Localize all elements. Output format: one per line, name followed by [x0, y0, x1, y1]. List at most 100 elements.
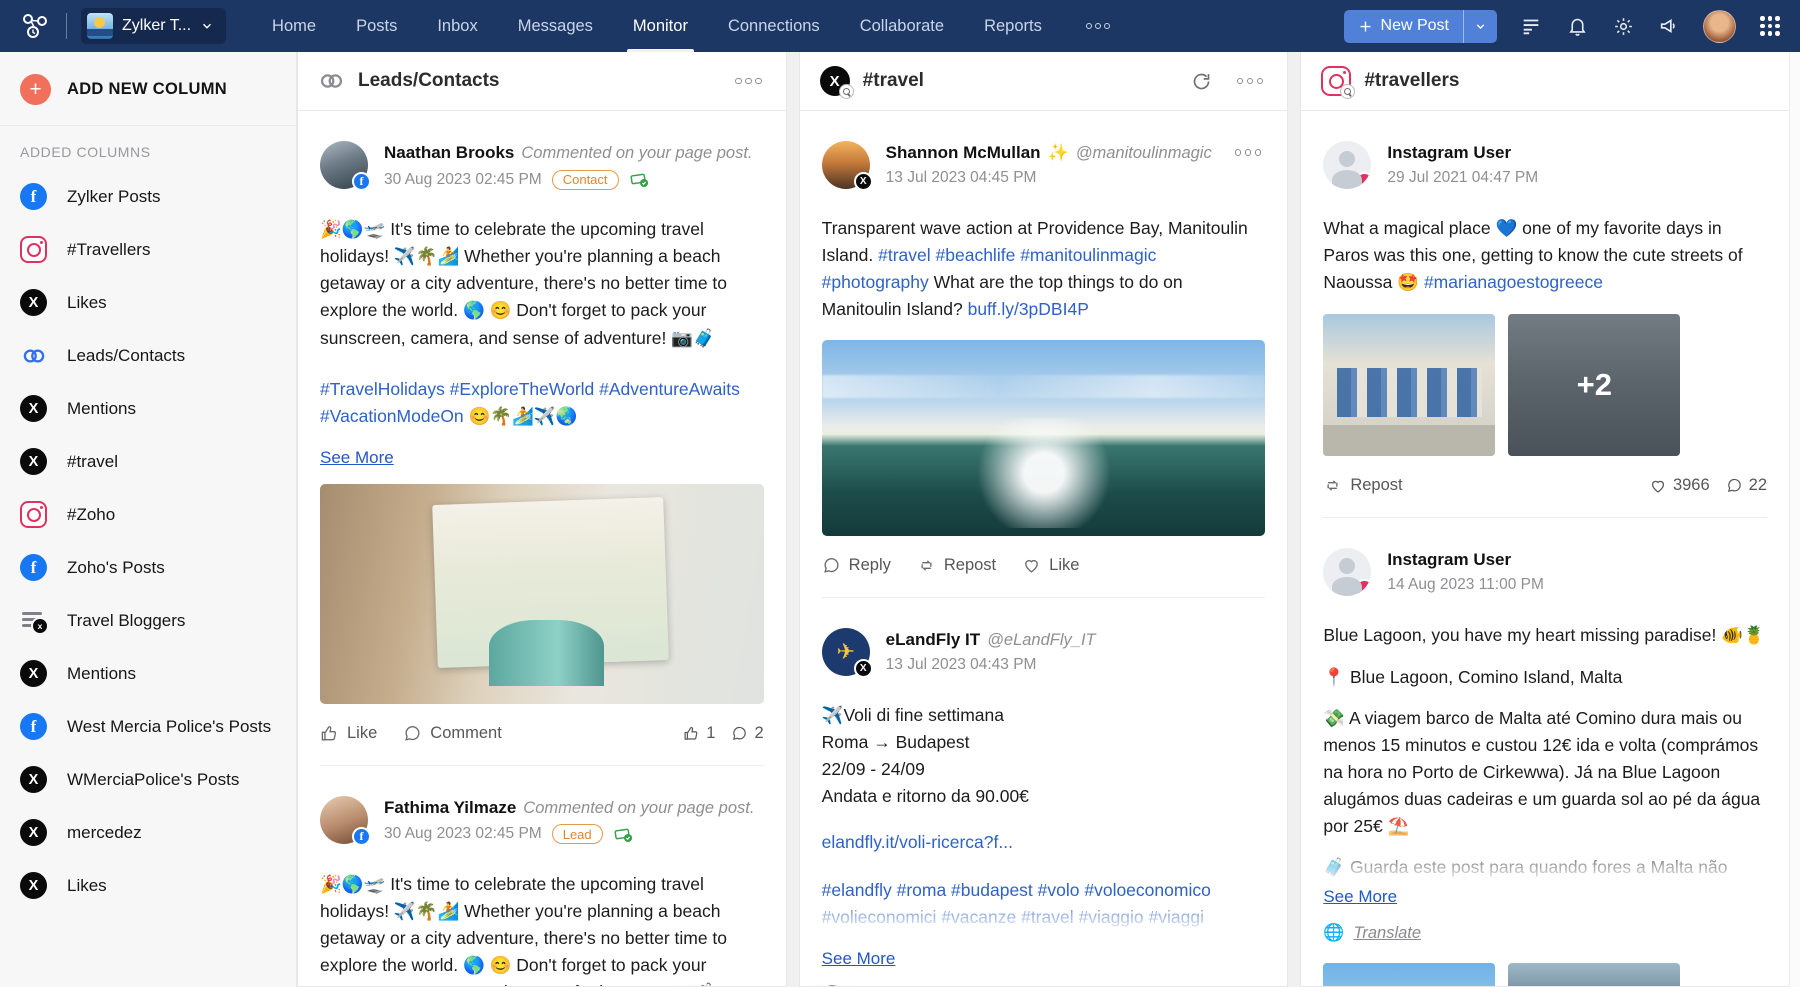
post-hashtags[interactable]: #elandfly #roma #budapest #volo #voloeco…	[822, 877, 1266, 931]
new-post-dropdown[interactable]	[1463, 10, 1497, 43]
avatar[interactable]: f	[320, 796, 368, 844]
repost-button[interactable]: Repost	[917, 556, 996, 575]
add-new-column-button[interactable]: + ADD NEW COLUMN	[0, 52, 296, 125]
post-hashtags[interactable]: #TravelHolidays #ExploreTheWorld #Advent…	[320, 376, 764, 430]
sidebar-item-leads-contacts[interactable]: Leads/Contacts	[0, 329, 296, 382]
sidebar-item-mercedez[interactable]: X mercedez	[0, 806, 296, 859]
sidebar-item-travel-bloggers[interactable]: x Travel Bloggers	[0, 594, 296, 647]
post-image-beach[interactable]	[822, 340, 1266, 536]
feeds-icon[interactable]	[1519, 14, 1543, 38]
sidebar-item-likes-2[interactable]: X Likes	[0, 859, 296, 912]
translate-link[interactable]: Translate	[1354, 924, 1422, 943]
post-author[interactable]: Instagram User	[1387, 143, 1511, 163]
post-author[interactable]: eLandFly IT	[886, 630, 980, 650]
x-twitter-icon: X	[20, 395, 47, 422]
column-title: #travellers	[1364, 70, 1459, 92]
post-image-cliff[interactable]	[1508, 963, 1680, 986]
avatar[interactable]: X	[822, 141, 870, 189]
like-count[interactable]: 1	[683, 724, 715, 743]
new-post-split-button: New Post	[1344, 10, 1497, 43]
post-author[interactable]: Fathima Yilmaze	[384, 798, 516, 818]
sidebar-item-zoho[interactable]: #Zoho	[0, 488, 296, 541]
brand-name: Zylker T...	[122, 17, 191, 35]
post-author[interactable]: Shannon McMullan	[886, 143, 1041, 163]
post-author[interactable]: Instagram User	[1387, 550, 1511, 570]
column-title: #travel	[863, 70, 924, 92]
zoho-social-logo[interactable]	[18, 9, 52, 43]
instagram-icon	[20, 501, 47, 528]
post-image-map[interactable]	[320, 484, 764, 704]
post-image-naoussa[interactable]	[1323, 314, 1495, 456]
brand-selector[interactable]: Zylker T...	[81, 8, 226, 44]
column-menu-icon[interactable]	[1233, 74, 1268, 89]
search-icon	[839, 84, 854, 99]
see-more-link[interactable]: See More	[320, 448, 394, 468]
avatar[interactable]: ✈ X	[822, 628, 870, 676]
tab-collaborate[interactable]: Collaborate	[860, 0, 944, 52]
sidebar-item-zylker-posts[interactable]: f Zylker Posts	[0, 170, 296, 223]
post-instagram-user-2: Instagram User 14 Aug 2023 11:00 PM Blue…	[1323, 517, 1767, 986]
main-nav: Home Posts Inbox Messages Monitor Connec…	[272, 0, 1114, 52]
avatar[interactable]	[1323, 141, 1371, 189]
announcements-megaphone-icon[interactable]	[1657, 14, 1681, 38]
column-feed: Instagram User 29 Jul 2021 04:47 PM What…	[1301, 111, 1789, 986]
comment-button[interactable]: Comment	[403, 724, 502, 743]
like-button[interactable]: Like	[320, 724, 377, 743]
translate-globe-icon: 🌐	[1323, 923, 1344, 943]
like-count[interactable]: 3966	[1649, 476, 1710, 495]
sidebar-item-travel[interactable]: X #travel	[0, 435, 296, 488]
sidebar-item-west-mercia[interactable]: f West Mercia Police's Posts	[0, 700, 296, 753]
user-avatar[interactable]	[1703, 10, 1736, 43]
instagram-badge-icon	[1355, 172, 1371, 189]
nav-overflow-menu-icon[interactable]	[1082, 19, 1114, 33]
post-handle[interactable]: @eLandFly_IT	[987, 631, 1095, 650]
notifications-bell-icon[interactable]	[1565, 14, 1589, 38]
see-more-link[interactable]: See More	[1323, 887, 1397, 907]
sidebar-item-mentions[interactable]: X Mentions	[0, 382, 296, 435]
crm-status-badge[interactable]: Contact	[552, 170, 619, 190]
crm-lead-ticket-icon	[613, 824, 634, 845]
x-badge-icon: X	[854, 659, 873, 678]
like-button[interactable]: Like	[1022, 556, 1079, 575]
zoho-crm-icon	[20, 342, 47, 369]
tab-messages[interactable]: Messages	[518, 0, 593, 52]
sidebar-item-zohos-posts[interactable]: f Zoho's Posts	[0, 541, 296, 594]
sidebar-item-likes[interactable]: X Likes	[0, 276, 296, 329]
new-post-button[interactable]: New Post	[1344, 10, 1463, 43]
facebook-badge-icon: f	[352, 172, 371, 191]
sidebar-item-travellers[interactable]: #Travellers	[0, 223, 296, 276]
avatar[interactable]: f	[320, 141, 368, 189]
reply-button[interactable]: Reply	[822, 556, 891, 575]
post-author[interactable]: Naathan Brooks	[384, 143, 514, 163]
sidebar-item-wmerciapolice[interactable]: X WMerciaPolice's Posts	[0, 753, 296, 806]
see-more-link[interactable]: See More	[822, 949, 896, 969]
plus-icon	[1358, 19, 1373, 34]
tab-posts[interactable]: Posts	[356, 0, 397, 52]
brand-logo	[87, 13, 113, 39]
refresh-icon[interactable]	[1191, 70, 1213, 92]
repost-button[interactable]: Repost	[1323, 476, 1402, 495]
post-link[interactable]: elandfly.it/voli-ricerca?f...	[822, 832, 1266, 853]
tab-home[interactable]: Home	[272, 0, 316, 52]
crm-status-badge[interactable]: Lead	[552, 824, 603, 844]
facebook-badge-icon: f	[352, 827, 371, 846]
app-grid-icon[interactable]	[1758, 14, 1782, 38]
tab-reports[interactable]: Reports	[984, 0, 1042, 52]
column-menu-icon[interactable]	[731, 74, 766, 89]
x-badge-icon: X	[854, 172, 873, 191]
post-image-sky[interactable]	[1323, 963, 1495, 986]
settings-gear-icon[interactable]	[1611, 14, 1635, 38]
avatar[interactable]	[1323, 548, 1371, 596]
tab-inbox[interactable]: Inbox	[437, 0, 477, 52]
comment-count[interactable]: 22	[1726, 476, 1767, 495]
sidebar-item-mentions-2[interactable]: X Mentions	[0, 647, 296, 700]
tab-connections[interactable]: Connections	[728, 0, 820, 52]
reply-bubble-icon	[822, 556, 841, 575]
comment-count[interactable]: 2	[731, 724, 763, 743]
post-menu-icon[interactable]	[1231, 145, 1266, 160]
post-handle[interactable]: @manitoulinmagic	[1076, 144, 1212, 163]
chevron-down-icon	[200, 19, 214, 33]
tab-monitor[interactable]: Monitor	[633, 0, 688, 52]
scrollbar-track[interactable]	[1789, 52, 1800, 987]
post-image-more[interactable]: +2	[1508, 314, 1680, 456]
